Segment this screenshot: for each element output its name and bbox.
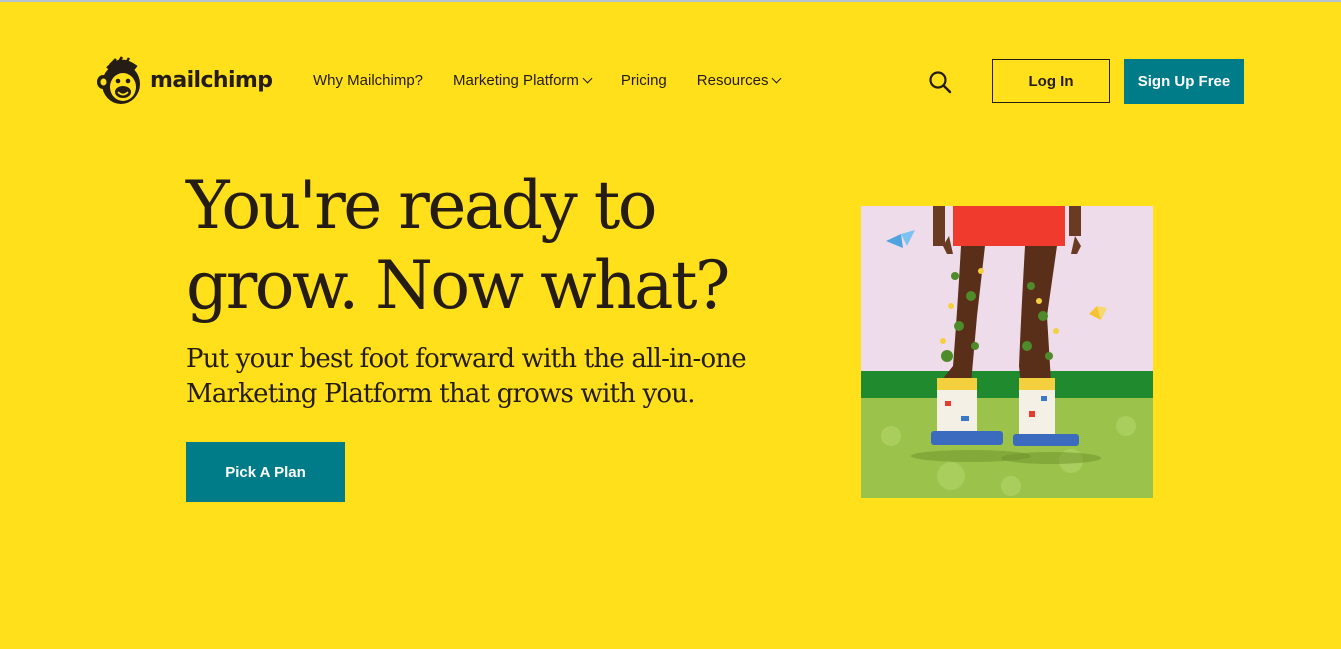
pick-a-plan-button[interactable]: Pick A Plan [186,442,345,502]
hero-subtitle: Put your best foot forward with the all-… [186,344,747,409]
nav-label: Resources [696,72,769,89]
chevron-down-icon [772,73,782,84]
login-button[interactable]: Log In [992,59,1110,103]
chevron-down-icon [582,73,593,84]
main-nav: Why Mailchimp? Marketing Platform Pricin… [313,72,810,89]
nav-why-mailchimp[interactable]: Why Mailchimp? [313,72,423,89]
nav-marketing-platform[interactable]: Marketing Platform [453,72,593,89]
nav-pricing[interactable]: Pricing [621,72,667,89]
search-icon [929,71,952,94]
search-button[interactable] [928,70,952,99]
nav-label: Marketing Platform [453,72,579,89]
hero-title: You're ready to grow. Now what? [186,167,730,324]
mailchimp-logo[interactable]: mailchimp [96,54,273,106]
signup-button[interactable]: Sign Up Free [1124,59,1244,104]
nav-resources[interactable]: Resources [696,72,782,89]
hero-image [861,206,1153,498]
logo-text: mailchimp [150,67,273,93]
nav-label: Pricing [620,72,667,89]
legs-with-plants-illustration [861,206,1153,498]
freddie-icon [97,56,140,104]
site-header: mailchimp Why Mailchimp? Marketing Platf… [0,2,1341,162]
nav-label: Why Mailchimp? [313,72,424,89]
